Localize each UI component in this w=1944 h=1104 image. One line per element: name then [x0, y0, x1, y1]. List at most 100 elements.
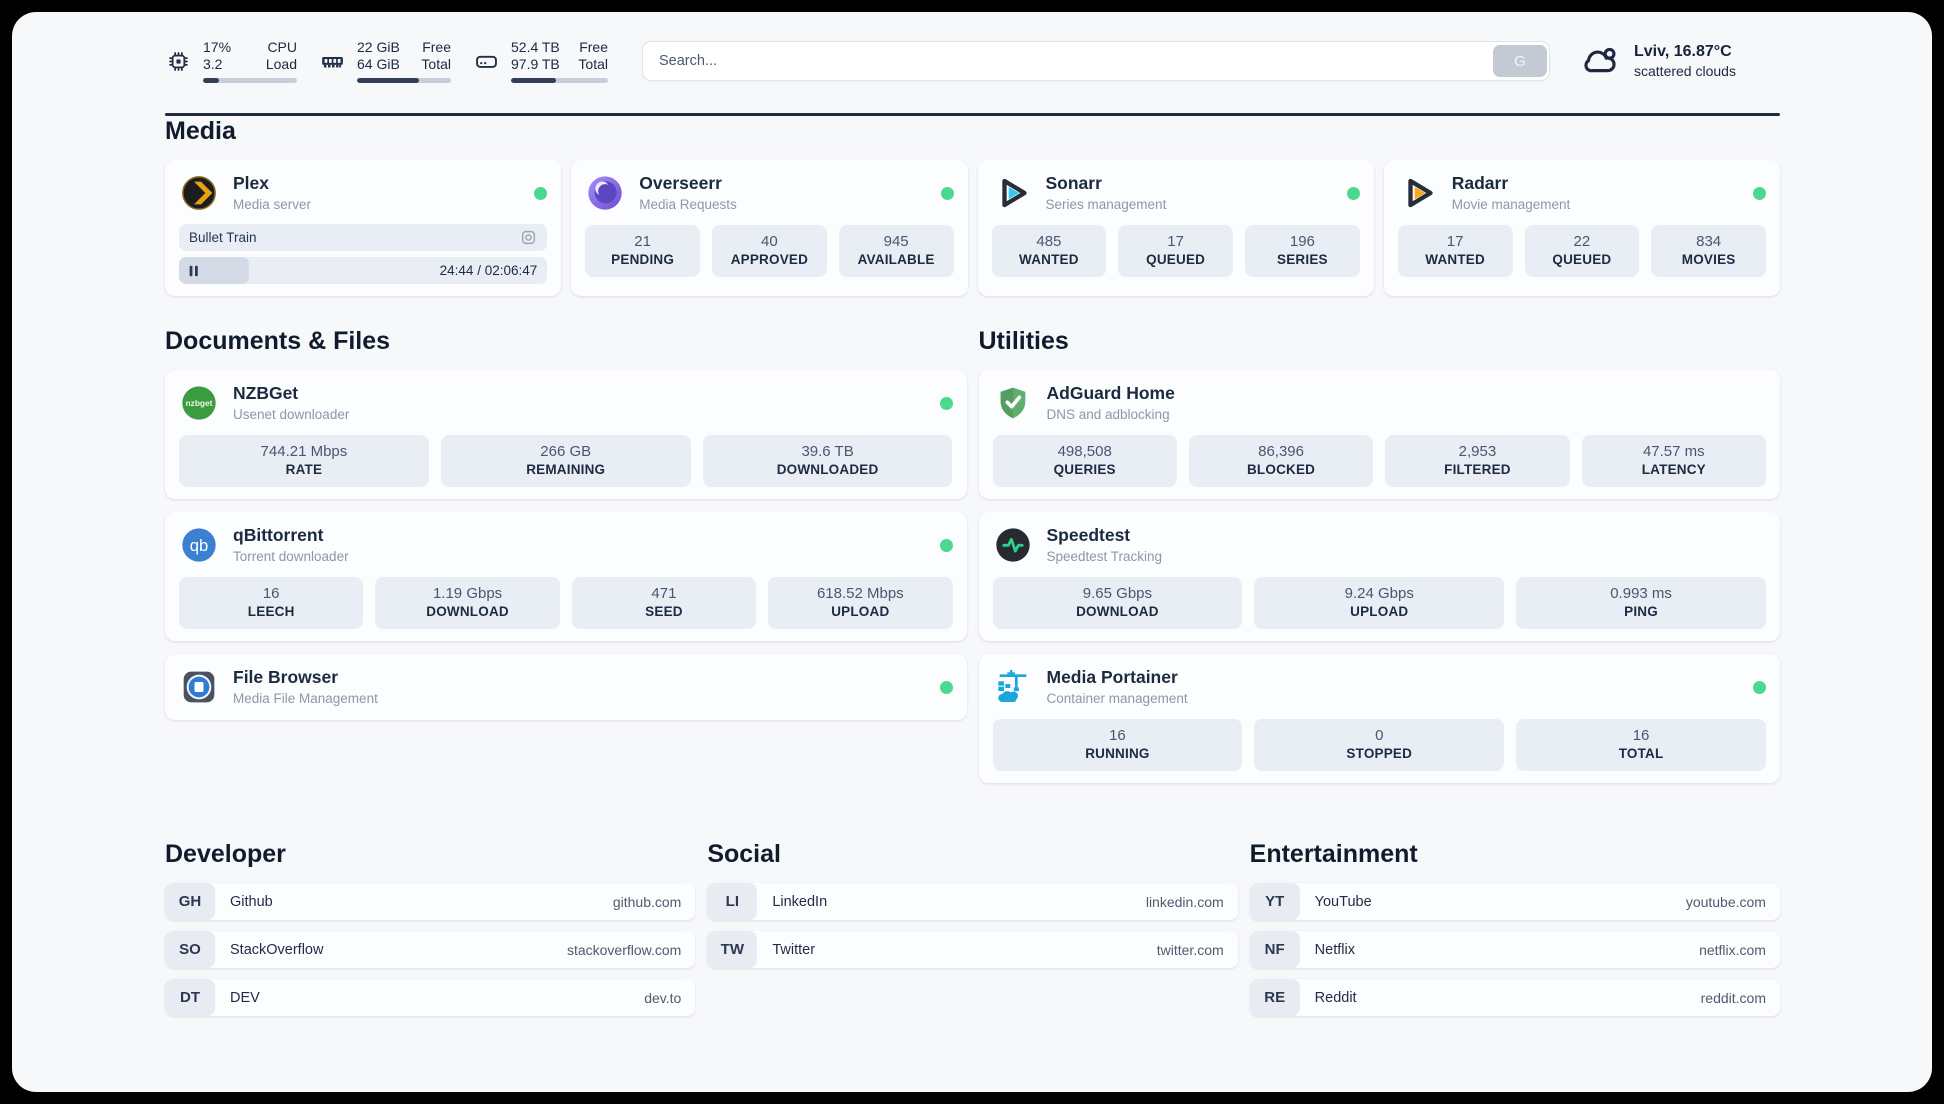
stat-queries: 498,508 QUERIES: [992, 435, 1177, 487]
stat-downloaded: 39.6 TB DOWNLOADED: [702, 435, 953, 487]
link-domain: github.com: [612, 893, 682, 910]
pause-button[interactable]: [189, 265, 199, 277]
link-badge: YT: [1249, 883, 1300, 920]
section-title-social: Social: [707, 840, 781, 868]
link-name: LinkedIn: [772, 893, 828, 910]
link-reddit[interactable]: RE Reddit reddit.com: [1249, 979, 1780, 1016]
link-stackoverflow[interactable]: SO StackOverflow stackoverflow.com: [165, 931, 696, 968]
section-title-developer: Developer: [165, 840, 286, 868]
app-subtitle: DNS and adblocking: [1046, 407, 1170, 422]
stat-approved: 40 APPROVED: [712, 225, 827, 277]
memory-label-bottom: Total: [421, 56, 451, 72]
stat-remaining: 266 GB REMAINING: [440, 435, 691, 487]
app-link-qbittorrent[interactable]: qb qBittorrent Torrent downloader: [179, 524, 953, 566]
overseerr-icon: [585, 173, 625, 213]
app-card-nzbget: nzbget NZBGet Usenet downloader 744.21 M…: [165, 370, 967, 499]
memory-free: 22 GiB: [357, 39, 400, 55]
app-subtitle: Torrent downloader: [233, 549, 349, 564]
link-github[interactable]: GH Github github.com: [165, 883, 696, 920]
link-name: Reddit: [1314, 989, 1357, 1006]
status-dot: [1346, 186, 1360, 200]
status-dot: [534, 186, 548, 200]
app-link-adguard[interactable]: AdGuard Home DNS and adblocking: [993, 382, 1767, 424]
social-column: Social LI LinkedIn linkedin.com TW Twitt…: [707, 839, 1238, 1027]
now-playing-title: Bullet Train: [189, 230, 257, 245]
link-dev[interactable]: DT DEV dev.to: [165, 979, 696, 1016]
app-card-radarr: Radarr Movie management 17 WANTED 22 QUEUE…: [1383, 160, 1780, 296]
status-dot: [939, 538, 953, 552]
app-link-plex[interactable]: Plex Media server: [179, 172, 548, 214]
link-domain: youtube.com: [1685, 893, 1766, 910]
link-badge: RE: [1249, 979, 1300, 1016]
app-link-filebrowser[interactable]: File Browser Media File Management: [179, 666, 953, 708]
app-link-sonarr[interactable]: Sonarr Series management: [992, 172, 1360, 214]
screen-icon: [520, 229, 537, 246]
app-link-portainer[interactable]: Media Portainer Container management: [993, 666, 1766, 708]
sonarr-icon: [992, 173, 1032, 213]
app-link-overseerr[interactable]: Overseerr Media Requests: [585, 172, 954, 214]
app-subtitle: Media File Management: [233, 691, 378, 706]
link-netflix[interactable]: NF Netflix netflix.com: [1249, 931, 1780, 968]
utilities-column: Utilities AdGuard Home DNS and adblockin…: [978, 326, 1780, 783]
weather-location-temp: Lviv, 16.87°C: [1634, 43, 1732, 60]
nzbget-icon: nzbget: [179, 383, 219, 423]
status-dot: [940, 186, 954, 200]
media-cards-row: Plex Media server Bullet Train 24:44 / 0…: [165, 160, 1780, 296]
stat-ping: 0.993 ms PING: [1516, 577, 1766, 629]
app-title: Overseerr: [639, 173, 722, 193]
app-subtitle: Media Requests: [639, 197, 737, 212]
stat-row: 498,508 QUERIES 86,396 BLOCKED 2,953 FILTER…: [992, 435, 1766, 487]
playback-time: 24:44 / 02:06:47: [439, 263, 538, 278]
memory-stat: 22 GiB Free 64 GiB Total: [319, 39, 451, 83]
link-twitter[interactable]: TW Twitter twitter.com: [707, 931, 1238, 968]
link-name: Netflix: [1314, 941, 1355, 958]
system-stats: 17% CPU 3.2 Load 22 GiB Free 64 GiB Total: [165, 39, 608, 83]
app-title: Sonarr: [1045, 173, 1102, 193]
app-card-overseerr: Overseerr Media Requests 21 PENDING 40 APP…: [571, 160, 968, 296]
app-card-speedtest: Speedtest Speedtest Tracking 9.65 Gbps DO…: [978, 512, 1780, 641]
app-link-speedtest[interactable]: Speedtest Speedtest Tracking: [993, 524, 1767, 566]
status-dot: [1753, 680, 1766, 694]
section-title-documents: Documents & Files: [165, 327, 391, 355]
stat-row: 485 WANTED 17 QUEUED 196 SERIES: [991, 225, 1360, 277]
stat-download: 9.65 Gbps DOWNLOAD: [992, 577, 1243, 629]
disk-icon: [473, 48, 500, 75]
app-title: Plex: [233, 173, 269, 193]
search-bar: G: [642, 41, 1550, 81]
stat-row: 9.65 Gbps DOWNLOAD 9.24 Gbps UPLOAD 0.993 …: [992, 577, 1767, 629]
app-link-radarr[interactable]: Radarr Movie management: [1398, 172, 1766, 214]
storage-progress-bar: [511, 78, 608, 83]
link-linkedin[interactable]: LI LinkedIn linkedin.com: [707, 883, 1238, 920]
app-title: Speedtest: [1046, 525, 1131, 545]
weather-condition: scattered clouds: [1634, 63, 1736, 79]
stat-stopped: 0 STOPPED: [1254, 719, 1505, 771]
storage-progress-fill: [511, 78, 556, 83]
search-engine-button[interactable]: G: [1493, 45, 1547, 77]
stat-upload: 9.24 Gbps UPLOAD: [1254, 577, 1505, 629]
scattered-clouds-icon: [1580, 40, 1622, 82]
app-title: Media Portainer: [1046, 667, 1178, 687]
storage-label-bottom: Total: [578, 56, 608, 72]
app-subtitle: Speedtest Tracking: [1046, 549, 1163, 564]
link-name: Twitter: [772, 941, 816, 958]
link-youtube[interactable]: YT YouTube youtube.com: [1249, 883, 1780, 920]
link-badge: DT: [165, 979, 215, 1016]
memory-total: 64 GiB: [357, 56, 400, 72]
app-link-nzbget[interactable]: nzbget NZBGet Usenet downloader: [179, 382, 953, 424]
stat-wanted: 485 WANTED: [991, 225, 1107, 277]
stat-latency: 47.57 ms LATENCY: [1581, 435, 1766, 487]
link-domain: stackoverflow.com: [566, 941, 682, 958]
link-domain: twitter.com: [1156, 941, 1224, 958]
stat-queued: 22 QUEUED: [1524, 225, 1640, 277]
stat-leech: 16 LEECH: [179, 577, 364, 629]
playback-progress-row: 24:44 / 02:06:47: [179, 257, 548, 284]
stat-wanted: 17 WANTED: [1397, 225, 1513, 277]
ram-icon: [319, 48, 346, 75]
cpu-load: 3.2: [203, 56, 223, 72]
link-name: Github: [230, 893, 273, 910]
link-domain: reddit.com: [1700, 989, 1766, 1006]
search-input[interactable]: [643, 53, 1493, 69]
link-domain: netflix.com: [1699, 941, 1766, 958]
app-subtitle: Movie management: [1451, 197, 1571, 212]
app-title: qBittorrent: [233, 525, 324, 545]
